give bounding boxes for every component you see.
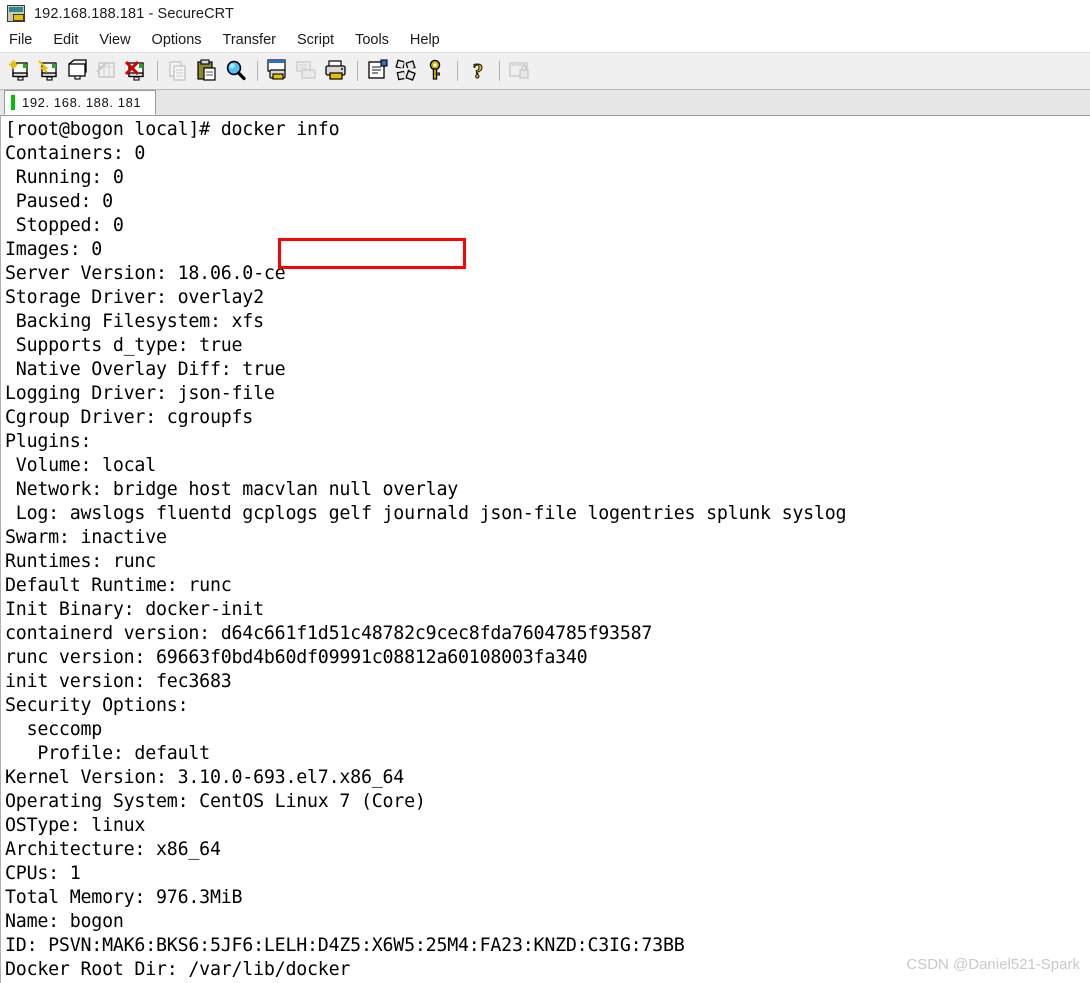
session-tabstrip: 192. 168. 188. 181: [0, 90, 1090, 116]
terminal-line: OSType: linux: [5, 815, 146, 836]
toolbar-separator: [257, 61, 258, 81]
session-options-icon[interactable]: [365, 58, 391, 84]
terminal-line: runc version: 69663f0bd4b60df09991c08812…: [5, 647, 588, 668]
terminal-line: Containers: 0: [5, 143, 146, 164]
terminal-line: Cgroup Driver: cgroupfs: [5, 407, 254, 428]
toolbar-separator: [357, 61, 358, 81]
window-titlebar: 192.168.188.181 - SecureCRT: [0, 0, 1090, 28]
menu-tools[interactable]: Tools: [355, 30, 400, 50]
securecrt-app-icon: [6, 4, 26, 24]
terminal-line: Profile: default: [5, 743, 210, 764]
terminal-line: Server Version: 18.06.0-ce: [5, 263, 286, 284]
new-session-icon[interactable]: [7, 58, 33, 84]
terminal-line: Security Options:: [5, 695, 189, 716]
terminal-line: Native Overlay Diff: true: [5, 359, 286, 380]
print-screen-icon[interactable]: [265, 58, 291, 84]
paste-icon[interactable]: [194, 58, 220, 84]
terminal-line: Default Runtime: runc: [5, 575, 232, 596]
terminal-line: init version: fec3683: [5, 671, 232, 692]
session-tab-192-168-188-181[interactable]: 192. 168. 188. 181: [4, 90, 157, 115]
toolbar-separator: [157, 61, 158, 81]
terminal-line: Init Binary: docker-init: [5, 599, 264, 620]
window-title: 192.168.188.181 - SecureCRT: [34, 6, 234, 22]
toolbar-separator: [499, 61, 500, 81]
terminal-line: Running: 0: [5, 167, 124, 188]
terminal-line: Supports d_type: true: [5, 335, 243, 356]
menu-view[interactable]: View: [99, 30, 141, 50]
terminal-line: Total Memory: 976.3MiB: [5, 887, 243, 908]
log-session-icon[interactable]: [294, 58, 320, 84]
terminal-line: Architecture: x86_64: [5, 839, 221, 860]
terminal-line: [root@bogon local]# docker info: [5, 119, 340, 140]
terminal-output: [root@bogon local]# docker info Container…: [5, 118, 1090, 983]
menu-edit[interactable]: Edit: [53, 30, 89, 50]
toolbar-separator: [457, 61, 458, 81]
terminal-line: Volume: local: [5, 455, 157, 476]
connect-local-shell-icon[interactable]: [65, 58, 91, 84]
terminal-line: Logging Driver: json-file: [5, 383, 275, 404]
terminal-line: Paused: 0: [5, 191, 113, 212]
terminal-line: seccomp: [5, 719, 103, 740]
connect-session-icon[interactable]: [36, 58, 62, 84]
terminal-line: Kernel Version: 3.10.0-693.el7.x86_64: [5, 767, 405, 788]
help-icon[interactable]: ?: [465, 58, 491, 84]
copy-icon[interactable]: [165, 58, 191, 84]
terminal-line: CPUs: 1: [5, 863, 81, 884]
terminal-line: Operating System: CentOS Linux 7 (Core): [5, 791, 426, 812]
menu-transfer[interactable]: Transfer: [223, 30, 287, 50]
key-icon[interactable]: [423, 58, 449, 84]
terminal-screen[interactable]: [root@bogon local]# docker info Container…: [0, 116, 1090, 983]
find-icon[interactable]: [223, 58, 249, 84]
terminal-line: Swarm: inactive: [5, 527, 167, 548]
connect-in-tab-icon[interactable]: [94, 58, 120, 84]
tab-label: 192. 168. 188. 181: [22, 95, 142, 110]
watermark: CSDN @Daniel521-Spark: [906, 956, 1080, 973]
disconnect-icon[interactable]: [123, 58, 149, 84]
terminal-line: Backing Filesystem: xfs: [5, 311, 264, 332]
terminal-line: Plugins:: [5, 431, 92, 452]
menu-help[interactable]: Help: [410, 30, 451, 50]
svg-text:?: ?: [473, 59, 484, 83]
menu-file[interactable]: File: [9, 30, 43, 50]
terminal-line: Storage Driver: overlay2: [5, 287, 264, 308]
terminal-line: Network: bridge host macvlan null overla…: [5, 479, 459, 500]
lock-screen-icon[interactable]: [507, 58, 533, 84]
toolbar: ?: [0, 52, 1090, 90]
terminal-line: ID: PSVN:MAK6:BKS6:5JF6:LELH:D4Z5:X6W5:2…: [5, 935, 685, 956]
print-icon[interactable]: [323, 58, 349, 84]
menubar: File Edit View Options Transfer Script T…: [0, 28, 1090, 52]
terminal-line: Stopped: 0: [5, 215, 124, 236]
terminal-line: Name: bogon: [5, 911, 124, 932]
menu-options[interactable]: Options: [152, 30, 213, 50]
global-options-icon[interactable]: [394, 58, 420, 84]
terminal-line: Log: awslogs fluentd gcplogs gelf journa…: [5, 503, 847, 524]
terminal-line: Images: 0: [5, 239, 103, 260]
menu-script[interactable]: Script: [297, 30, 345, 50]
terminal-line: Runtimes: runc: [5, 551, 157, 572]
tab-connected-indicator: [11, 95, 15, 110]
terminal-line: containerd version: d64c661f1d51c48782c9…: [5, 623, 653, 644]
